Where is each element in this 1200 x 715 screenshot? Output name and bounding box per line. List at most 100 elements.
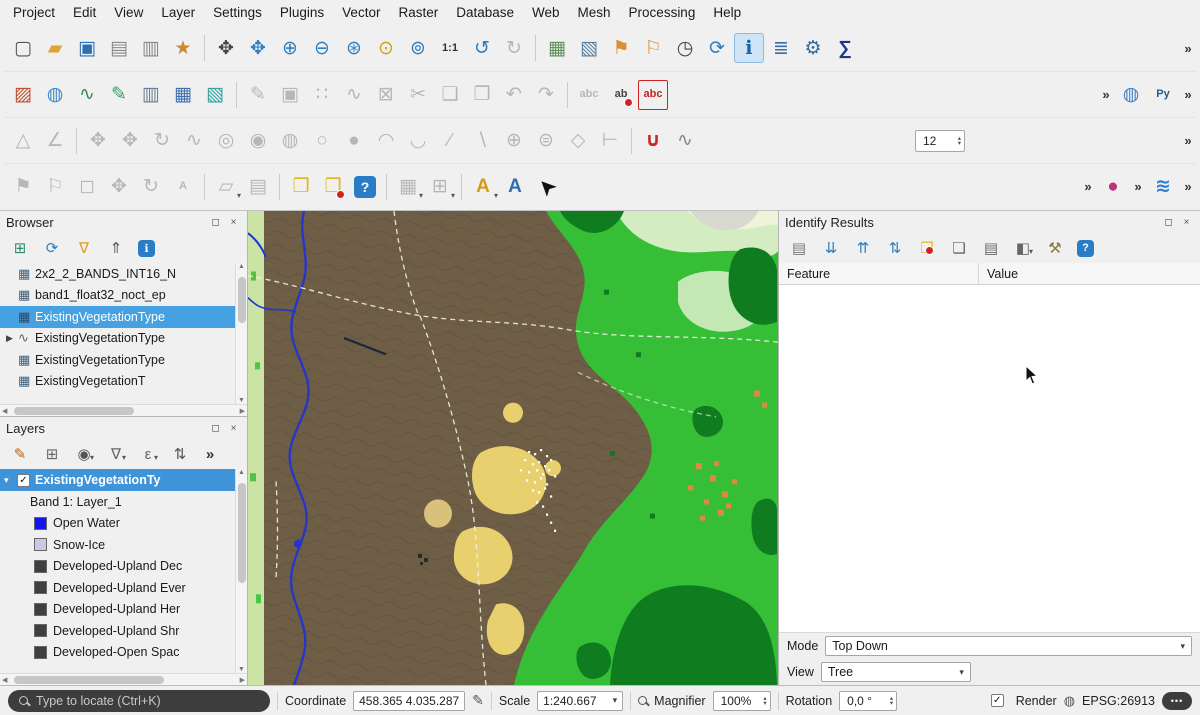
zoom-last-icon[interactable]: ↺ [467, 33, 497, 63]
legend-item[interactable]: Developed-Upland Shr [0, 620, 235, 642]
legend-item[interactable]: Developed-Upland Dec [0, 556, 235, 578]
simplify-feature-icon[interactable]: ∿ [179, 126, 209, 156]
rotate-label-icon[interactable]: ↻ [136, 172, 166, 202]
reshape-features-icon[interactable]: ◡ [403, 126, 433, 156]
cut-features-icon[interactable]: ✂ [403, 80, 433, 110]
crs-label[interactable]: EPSG:26913 [1082, 694, 1155, 708]
menu-raster[interactable]: Raster [389, 2, 447, 23]
toolbar-overflow-icon[interactable]: » [1180, 33, 1196, 63]
style-manager-icon[interactable]: ★ [168, 33, 198, 63]
toolbar-overflow-icon[interactable]: » [1080, 172, 1096, 202]
enable-tracing-icon[interactable]: ∿ [670, 126, 700, 156]
layer-label-settings-icon[interactable]: A [500, 172, 530, 202]
new-project-icon[interactable]: ▢ [8, 33, 38, 63]
add-mesh-layer-icon[interactable]: ▧ [200, 80, 230, 110]
rotation-spinbox[interactable]: 0,0 ° [839, 691, 897, 711]
offset-curve-icon[interactable]: ◠ [371, 126, 401, 156]
zoom-full-icon[interactable]: ⊛ [339, 33, 369, 63]
new-bookmark-icon[interactable]: ⚐ [638, 33, 668, 63]
show-statistics-icon[interactable]: ∑ [830, 33, 860, 63]
refresh-browser-icon[interactable]: ⟳ [42, 238, 62, 258]
merge-features-icon[interactable]: ⊕ [499, 126, 529, 156]
change-label-icon[interactable]: A [168, 172, 198, 202]
menu-settings[interactable]: Settings [204, 2, 271, 23]
pan-to-selection-icon[interactable]: ✥ [243, 33, 273, 63]
identify-help-icon[interactable]: ? [1077, 240, 1094, 257]
add-virtual-layer-icon[interactable]: ▥ [136, 80, 166, 110]
zoom-native-icon[interactable]: 1:1 [435, 33, 465, 63]
expand-tree-icon[interactable]: ⇊ [821, 238, 841, 258]
properties-widget-icon[interactable]: ℹ [138, 240, 155, 257]
legend-item[interactable]: Developed-Open Spac [0, 642, 235, 664]
menu-view[interactable]: View [105, 2, 152, 23]
open-project-icon[interactable]: ▰ [40, 33, 70, 63]
form-annotation-icon[interactable]: ❒ [318, 172, 348, 202]
data-source-manager-icon[interactable]: ▨ [8, 80, 38, 110]
identify-results-body[interactable] [779, 285, 1200, 633]
split-parts-icon[interactable]: ∖ [467, 126, 497, 156]
snapping-options-icon[interactable]: ∪ [638, 126, 668, 156]
redo-icon[interactable]: ↷ [531, 80, 561, 110]
derived-settings-icon[interactable]: ⚒ [1045, 238, 1065, 258]
menu-vector[interactable]: Vector [333, 2, 389, 23]
layers-hscrollbar[interactable]: ◀ ▶ [0, 673, 247, 685]
delete-part-icon[interactable]: ● [339, 126, 369, 156]
delete-ring-icon[interactable]: ○ [307, 126, 337, 156]
form-view-icon[interactable]: ▤ [789, 238, 809, 258]
layer-item-existing-vegetation[interactable]: ▾ ✓ ExistingVegetationTy [0, 469, 235, 491]
filter-legend-icon[interactable]: ∇ [106, 444, 126, 464]
mode-dropdown[interactable]: Top Down ▾ [825, 636, 1192, 656]
legend-item[interactable]: Open Water [0, 513, 235, 535]
messages-button[interactable]: ••• [1162, 692, 1192, 710]
menu-plugins[interactable]: Plugins [271, 2, 333, 23]
expand-new-results-icon[interactable]: ⇅ [885, 238, 905, 258]
show-bookmarks-icon[interactable]: ⚑ [606, 33, 636, 63]
temporal-controller-icon[interactable]: ◷ [670, 33, 700, 63]
layer-visibility-checkbox[interactable]: ✓ [17, 474, 30, 487]
legend-item[interactable]: Band 1: Layer_1 [0, 491, 235, 513]
add-line-feature-icon[interactable]: ∿ [339, 80, 369, 110]
menu-layer[interactable]: Layer [152, 2, 204, 23]
menu-processing[interactable]: Processing [620, 2, 705, 23]
add-part-icon[interactable]: ◉ [243, 126, 273, 156]
layer-labeling-icon[interactable]: abc [574, 80, 604, 110]
print-results-icon[interactable]: ▤ [981, 238, 1001, 258]
move-feature-icon[interactable]: ✥ [83, 126, 113, 156]
zoom-to-selection-icon[interactable]: ⊙ [371, 33, 401, 63]
print-layout-icon[interactable]: ▤ [104, 33, 134, 63]
layout-manager-icon[interactable]: ▥ [136, 33, 166, 63]
zoom-in-icon[interactable]: ⊕ [275, 33, 305, 63]
mesh-transform-icon[interactable]: ⊞ [425, 172, 455, 202]
options-icon[interactable]: ⚙ [798, 33, 828, 63]
zoom-next-icon[interactable]: ↻ [499, 33, 529, 63]
close-panel-button[interactable]: × [226, 421, 241, 436]
expand-collapse-all-icon[interactable]: ⇅ [170, 444, 190, 464]
add-group-icon[interactable]: ⊞ [42, 444, 62, 464]
add-vector-layer-icon[interactable]: ∿ [72, 80, 102, 110]
browser-vscrollbar[interactable]: ▲ ▼ [235, 263, 247, 404]
add-selected-layers-icon[interactable]: ⊞ [10, 238, 30, 258]
layers-toolbar-overflow-icon[interactable]: » [202, 444, 218, 464]
collapse-tree-icon[interactable]: ⇈ [853, 238, 873, 258]
browser-item[interactable]: ▶ ▦ 2x2_2_BANDS_INT16_N [0, 263, 235, 285]
browser-hscrollbar[interactable]: ◀ ▶ [0, 404, 247, 416]
select-by-polygon-icon[interactable]: ▱ [211, 172, 241, 202]
advanced-digitizing-icon[interactable]: △ [8, 126, 38, 156]
layer-stack-icon[interactable]: ≋ [1148, 172, 1178, 202]
new-3d-map-view-icon[interactable]: ▧ [574, 33, 604, 63]
toolbar-overflow-icon[interactable]: » [1098, 80, 1114, 110]
browser-item[interactable]: ▶ ▦ band1_float32_noct_ep [0, 285, 235, 307]
pin-labels-icon[interactable]: ⚑ [8, 172, 38, 202]
add-raster-layer-icon[interactable]: ▦ [168, 80, 198, 110]
scale-dropdown[interactable]: 1:240.667 ▾ [537, 691, 623, 711]
menu-database[interactable]: Database [447, 2, 523, 23]
pan-map-icon[interactable]: ✥ [211, 33, 241, 63]
coordinate-extents-icon[interactable]: ✎ [472, 692, 484, 709]
menu-project[interactable]: Project [4, 2, 64, 23]
close-panel-button[interactable]: × [1179, 215, 1194, 230]
vertex-tool-icon[interactable]: ◇ [563, 126, 593, 156]
feature-column-header[interactable]: Feature [779, 263, 979, 284]
legend-item[interactable]: Snow-Ice [0, 534, 235, 556]
magnifier-spinbox[interactable]: 100% [713, 691, 771, 711]
text-size-spinbox[interactable]: 12 [915, 130, 965, 152]
